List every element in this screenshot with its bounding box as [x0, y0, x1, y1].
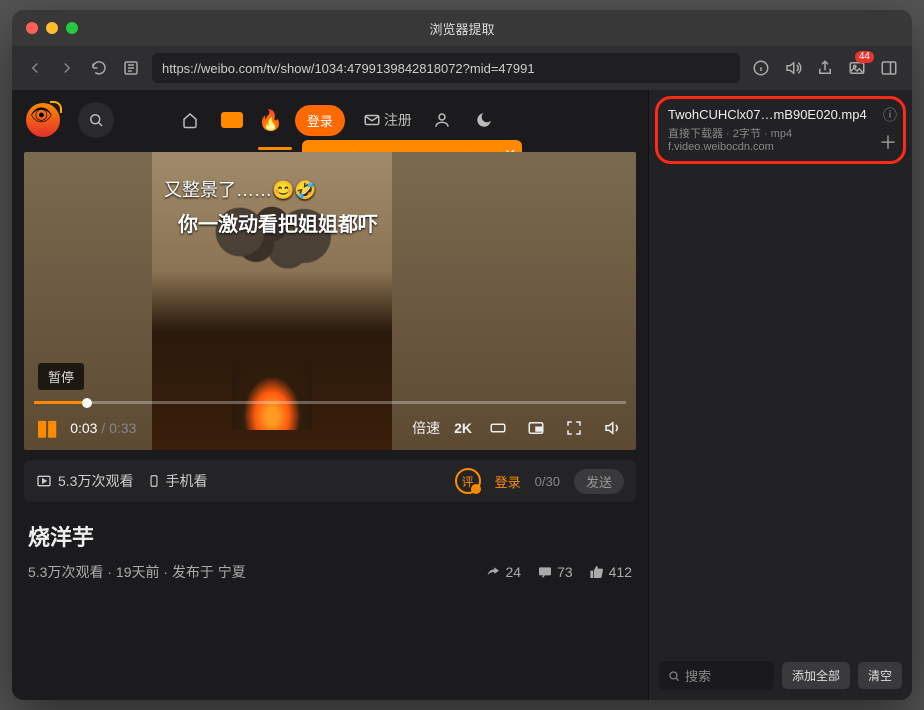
- download-host: f.video.weibocdn.com: [668, 141, 893, 153]
- phone-icon: [147, 474, 161, 488]
- video-title: 烧洋芋: [28, 520, 632, 552]
- dark-mode-icon[interactable]: [472, 108, 496, 132]
- video-tab-icon[interactable]: [220, 108, 244, 132]
- share-arrow-icon: [485, 564, 501, 580]
- content-body: 🔥 登录 注册 已跟随操作系统进入"深色模式"，点击切换试试吧 ✕: [12, 90, 912, 700]
- download-meta: 直接下载器 · 2字节 · mp4: [668, 125, 893, 141]
- comment-stat[interactable]: 73: [537, 564, 573, 580]
- info-icon[interactable]: [750, 57, 772, 79]
- wide-screen-icon[interactable]: [486, 419, 510, 437]
- login-button[interactable]: 登录: [295, 105, 345, 136]
- send-button[interactable]: 发送: [574, 469, 624, 494]
- browser-toolbar: https://weibo.com/tv/show/1034:479913984…: [12, 46, 912, 90]
- download-panel: TwohCUHClx07…mB90E020.mp4 直接下载器 · 2字节 · …: [648, 90, 912, 700]
- share-stat[interactable]: 24: [485, 564, 521, 580]
- search-button[interactable]: [78, 102, 114, 138]
- sidebar-toggle-icon[interactable]: [878, 57, 900, 79]
- register-link[interactable]: 注册: [363, 110, 412, 130]
- weibo-topnav: 🔥 登录 注册 已跟随操作系统进入"深色模式"，点击切换试试吧 ✕: [12, 96, 648, 150]
- back-button[interactable]: [24, 54, 46, 82]
- view-count: 5.3万次观看: [36, 471, 133, 491]
- notification-badge: 44: [855, 51, 874, 63]
- video-player[interactable]: 又整景了……😊🤣 你一激动看把姐姐都吓 暂停 ▮▮ 0:03 / 0:33 倍速…: [24, 152, 636, 450]
- pip-icon[interactable]: [524, 419, 548, 437]
- page-content: 🔥 登录 注册 已跟随操作系统进入"深色模式"，点击切换试试吧 ✕: [12, 90, 648, 700]
- app-window: 浏览器提取 https://weibo.com/tv/show/1034:479…: [12, 10, 912, 700]
- like-stat[interactable]: 412: [589, 564, 632, 580]
- pause-button[interactable]: ▮▮: [36, 415, 56, 441]
- caption-line-1: 又整景了……😊🤣: [164, 176, 317, 202]
- download-item[interactable]: TwohCUHClx07…mB90E020.mp4 直接下载器 · 2字节 · …: [655, 96, 906, 164]
- video-meta: 5.3万次观看 · 19天前 · 发布于 宁夏 24 73 412: [28, 562, 632, 582]
- time-display: 0:03 / 0:33: [70, 420, 136, 436]
- share-icon[interactable]: [814, 57, 836, 79]
- weibo-logo-icon[interactable]: [26, 103, 60, 137]
- video-info: 烧洋芋 5.3万次观看 · 19天前 · 发布于 宁夏 24 73: [12, 502, 648, 582]
- panel-search-input[interactable]: 搜索: [659, 661, 774, 690]
- play-box-icon: [36, 473, 52, 489]
- clear-button[interactable]: 清空: [858, 662, 902, 689]
- mail-icon: [363, 111, 381, 129]
- item-info-icon[interactable]: ⓘ: [883, 105, 897, 125]
- address-bar[interactable]: https://weibo.com/tv/show/1034:479913984…: [152, 53, 740, 83]
- comment-login-link[interactable]: 登录: [495, 472, 521, 491]
- caption-line-2: 你一激动看把姐姐都吓: [178, 208, 378, 237]
- reader-icon[interactable]: [120, 57, 142, 79]
- speed-button[interactable]: 倍速: [412, 418, 440, 438]
- search-icon: [667, 669, 681, 683]
- titlebar: 浏览器提取: [12, 10, 912, 46]
- add-all-button[interactable]: 添加全部: [782, 662, 850, 689]
- hot-icon[interactable]: 🔥: [258, 108, 283, 133]
- volume-icon[interactable]: [782, 57, 804, 79]
- download-filename: TwohCUHClx07…mB90E020.mp4: [668, 107, 893, 122]
- forward-button[interactable]: [56, 54, 78, 82]
- home-icon[interactable]: [178, 108, 202, 132]
- active-tab-underline: [258, 147, 292, 150]
- comment-icon: [537, 564, 553, 580]
- video-controls: ▮▮ 0:03 / 0:33 倍速 2K: [24, 406, 636, 450]
- fullscreen-icon[interactable]: [562, 419, 586, 437]
- char-counter: 0/30: [535, 474, 560, 489]
- danmaku-toggle-icon[interactable]: 评: [455, 468, 481, 494]
- like-icon: [589, 564, 605, 580]
- item-add-icon[interactable]: ＋: [879, 129, 897, 155]
- volume-button-icon[interactable]: [600, 419, 624, 437]
- mobile-watch-button[interactable]: 手机看: [147, 471, 207, 491]
- reload-button[interactable]: [88, 57, 110, 79]
- progress-bar[interactable]: [34, 401, 626, 404]
- pause-label: 暂停: [38, 363, 84, 390]
- window-title: 浏览器提取: [12, 19, 912, 38]
- picture-icon[interactable]: 44: [846, 57, 868, 79]
- quality-button[interactable]: 2K: [454, 420, 472, 436]
- panel-footer: 搜索 添加全部 清空: [649, 651, 912, 700]
- comment-bar: 5.3万次观看 手机看 评 登录 0/30 发送: [24, 460, 636, 502]
- profile-icon[interactable]: [430, 108, 454, 132]
